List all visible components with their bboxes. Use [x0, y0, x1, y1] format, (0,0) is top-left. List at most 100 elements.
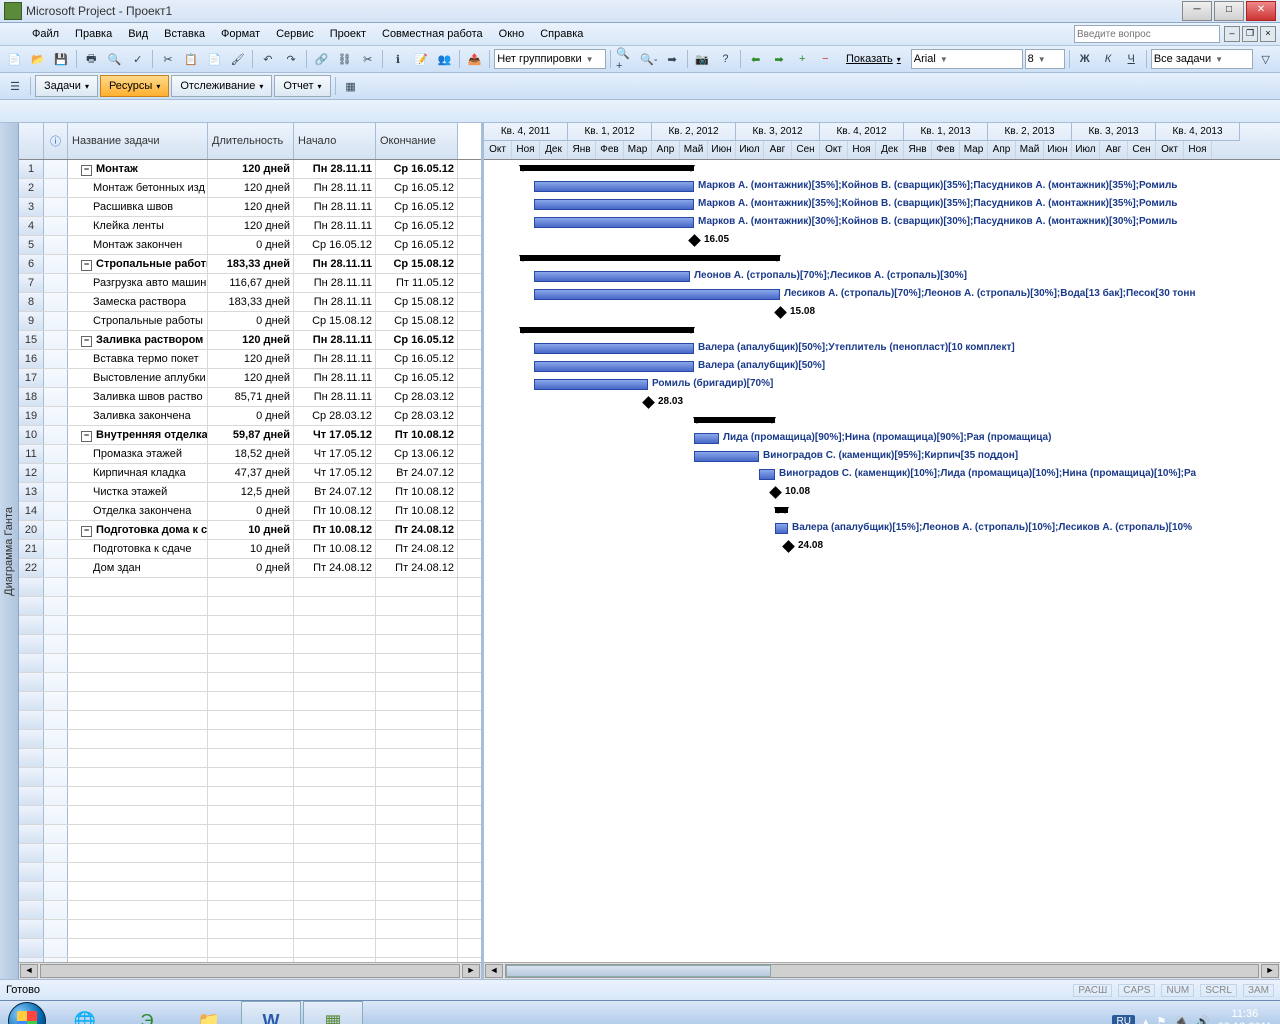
grid-hscroll[interactable]: ◄► [19, 962, 481, 979]
table-row[interactable]: 9Стропальные работы0 днейСр 15.08.12Ср 1… [19, 312, 481, 331]
gantt-row[interactable] [484, 322, 1280, 340]
gantt-row[interactable]: 24.08 [484, 538, 1280, 556]
autofilter-icon[interactable]: ▽ [1255, 48, 1276, 70]
plus-icon[interactable]: + [792, 48, 813, 70]
start-button[interactable] [0, 1001, 54, 1024]
gantt-row[interactable]: Марков А. (монтажник)[35%];Койнов В. (св… [484, 196, 1280, 214]
table-row[interactable]: 22Дом здан0 днейПт 24.08.12Пт 24.08.12 [19, 559, 481, 578]
copy-pic-icon[interactable]: 📷 [692, 48, 713, 70]
menu-insert[interactable]: Вставка [156, 24, 213, 44]
gantt-row[interactable]: Валера (апалубщик)[15%];Леонов А. (строп… [484, 520, 1280, 538]
table-row[interactable] [19, 711, 481, 730]
gantt-hscroll[interactable]: ◄► [484, 962, 1280, 979]
doc-close[interactable]: × [1260, 26, 1276, 42]
table-row[interactable] [19, 749, 481, 768]
table-row[interactable]: 21Подготовка к сдаче10 днейПт 10.08.12Пт… [19, 540, 481, 559]
table-row[interactable]: 10−Внутренняя отделка59,87 днейЧт 17.05.… [19, 426, 481, 445]
milestone-icon[interactable] [782, 540, 795, 553]
table-row[interactable]: 11Промазка этажей18,52 днейЧт 17.05.12Ср… [19, 445, 481, 464]
col-task[interactable]: Название задачи [68, 123, 208, 159]
doc-minimize[interactable]: – [1224, 26, 1240, 42]
gantt-row[interactable]: Ромиль (бригадир)[70%] [484, 376, 1280, 394]
gantt-row[interactable]: 16.05 [484, 232, 1280, 250]
table-row[interactable] [19, 673, 481, 692]
menu-format[interactable]: Формат [213, 24, 268, 44]
doc-restore[interactable]: ❐ [1242, 26, 1258, 42]
zoom-out-icon[interactable]: 🔍- [638, 48, 659, 70]
table-row[interactable]: 4Клейка ленты120 днейПн 28.11.11Ср 16.05… [19, 217, 481, 236]
taskbar-word[interactable]: W [241, 1001, 301, 1024]
gantt-row[interactable]: Виноградов С. (каменщик)[95%];Кирпич[35 … [484, 448, 1280, 466]
help-icon[interactable]: ? [715, 48, 736, 70]
table-row[interactable]: 17Выстовление аплубки120 днейПн 28.11.11… [19, 369, 481, 388]
table-row[interactable]: 20−Подготовка дома к сда10 днейПт 10.08.… [19, 521, 481, 540]
table-row[interactable]: 19Заливка закончена0 днейСр 28.03.12Ср 2… [19, 407, 481, 426]
task-bar[interactable] [534, 271, 690, 282]
gantt-row[interactable]: 15.08 [484, 304, 1280, 322]
gantt-row[interactable]: Валера (апалубщик)[50%] [484, 358, 1280, 376]
tray-clock[interactable]: 11:3602.12.2011 [1218, 1008, 1272, 1024]
tray-up-icon[interactable]: ▴ [1143, 1015, 1149, 1024]
timescale[interactable]: Кв. 4, 2011Кв. 1, 2012Кв. 2, 2012Кв. 3, … [484, 123, 1280, 160]
unlink-icon[interactable]: ⛓ [334, 48, 355, 70]
milestone-icon[interactable] [769, 486, 782, 499]
guide-extra-icon[interactable]: ▦ [340, 75, 362, 97]
new-icon[interactable]: 📄 [4, 48, 25, 70]
tray-power-icon[interactable]: 🔌 [1174, 1015, 1188, 1024]
table-row[interactable]: 16Вставка термо покет120 днейПн 28.11.11… [19, 350, 481, 369]
bold-icon[interactable]: Ж [1074, 48, 1095, 70]
menu-collab[interactable]: Совместная работа [374, 24, 491, 44]
table-row[interactable] [19, 768, 481, 787]
gantt-body[interactable]: Марков А. (монтажник)[35%];Койнов В. (св… [484, 160, 1280, 979]
grid-body[interactable]: 1−Монтаж120 днейПн 28.11.11Ср 16.05.122М… [19, 160, 481, 979]
menu-project[interactable]: Проект [322, 24, 374, 44]
select-all-corner[interactable] [19, 123, 44, 159]
table-row[interactable] [19, 920, 481, 939]
system-tray[interactable]: RU ▴ ⚑ 🔌 🔊 11:3602.12.2011 [1104, 1008, 1280, 1024]
summary-bar[interactable] [520, 165, 694, 171]
assign-icon[interactable]: 👥 [434, 48, 455, 70]
publish-icon[interactable]: 📤 [464, 48, 485, 70]
table-row[interactable] [19, 863, 481, 882]
show-button[interactable]: Показать▾ [838, 49, 909, 69]
task-bar[interactable] [534, 379, 648, 390]
table-row[interactable]: 15−Заливка раствором120 днейПн 28.11.11С… [19, 331, 481, 350]
taskbar-app1[interactable]: Э [117, 1001, 177, 1024]
print-icon[interactable]: 🖶 [81, 48, 102, 70]
font-combo[interactable]: Arial▼ [911, 49, 1023, 69]
task-bar[interactable] [534, 361, 694, 372]
gantt-row[interactable]: 10.08 [484, 484, 1280, 502]
table-row[interactable]: 5Монтаж закончен0 днейСр 16.05.12Ср 16.0… [19, 236, 481, 255]
indicator-column[interactable]: ⓘ [44, 123, 68, 159]
taskbar-explorer[interactable]: 📁 [179, 1001, 239, 1024]
tray-sound-icon[interactable]: 🔊 [1196, 1015, 1210, 1024]
task-bar[interactable] [534, 217, 694, 228]
menu-service[interactable]: Сервис [268, 24, 322, 44]
table-row[interactable] [19, 939, 481, 958]
milestone-icon[interactable] [774, 306, 787, 319]
table-row[interactable] [19, 730, 481, 749]
tray-action-icon[interactable]: ⚑ [1156, 1015, 1166, 1024]
gantt-row[interactable]: Валера (апалубщик)[50%];Утеплитель (пено… [484, 340, 1280, 358]
table-row[interactable] [19, 578, 481, 597]
font-size-combo[interactable]: 8▼ [1025, 49, 1066, 69]
task-bar[interactable] [534, 343, 694, 354]
table-row[interactable]: 18Заливка швов раство85,71 днейПн 28.11.… [19, 388, 481, 407]
guide-tracking[interactable]: Отслеживание▾ [171, 75, 272, 97]
gantt-row[interactable]: Лида (промащица)[90%];Нина (промащица)[9… [484, 430, 1280, 448]
task-bar[interactable] [694, 433, 719, 444]
table-row[interactable]: 2Монтаж бетонных изд120 днейПн 28.11.11С… [19, 179, 481, 198]
task-bar[interactable] [534, 289, 780, 300]
notes-icon[interactable]: 📝 [411, 48, 432, 70]
underline-icon[interactable]: Ч [1121, 48, 1142, 70]
menu-view[interactable]: Вид [120, 24, 156, 44]
summary-bar[interactable] [520, 255, 780, 261]
menu-file[interactable]: Файл [24, 24, 67, 44]
table-row[interactable]: 6−Стропальные работы183,33 днейПн 28.11.… [19, 255, 481, 274]
task-bar[interactable] [534, 181, 694, 192]
gantt-row[interactable]: Лесиков А. (стропаль)[70%];Леонов А. (ст… [484, 286, 1280, 304]
zoom-in-icon[interactable]: 🔍+ [615, 48, 636, 70]
close-button[interactable]: ✕ [1246, 1, 1276, 21]
info-icon[interactable]: ℹ [387, 48, 408, 70]
table-row[interactable] [19, 806, 481, 825]
